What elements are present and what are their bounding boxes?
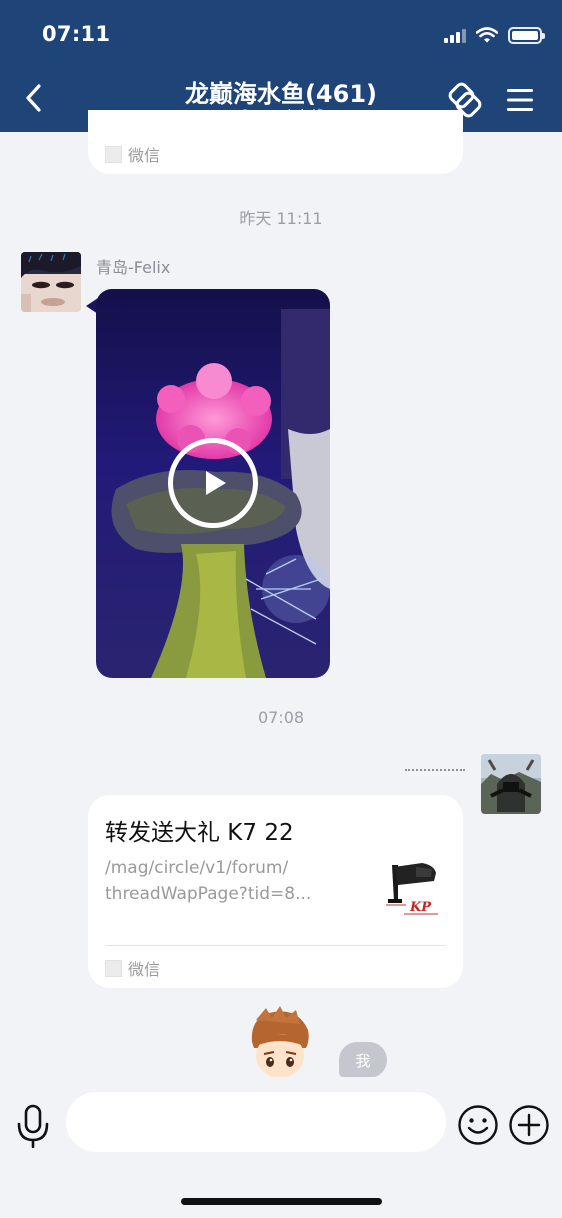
wifi-icon (476, 27, 498, 43)
smile-icon (458, 1105, 498, 1145)
input-bar (0, 1077, 562, 1218)
status-icons (444, 24, 545, 46)
link-thumbnail: KP (376, 859, 446, 929)
cartoon-avatar[interactable] (244, 1006, 316, 1078)
cartoon-boy-image (251, 1006, 309, 1078)
play-button[interactable] (168, 438, 258, 528)
home-indicator[interactable] (181, 1198, 382, 1205)
cellular-signal-icon (444, 27, 466, 43)
svg-text:KP: KP (409, 900, 432, 915)
wechat-icon (105, 145, 122, 163)
link-card-previous[interactable]: 微信 (88, 110, 463, 174)
sender-name: 青岛-Felix (96, 258, 171, 277)
card-source-label: 微信 (128, 146, 161, 165)
plus-icon (509, 1105, 549, 1145)
me-badge: 我 (339, 1042, 387, 1078)
timestamp: 昨天 11:11 (239, 209, 323, 228)
divider (105, 945, 446, 946)
avatar-felix-image (21, 252, 81, 312)
more-button[interactable] (508, 1104, 550, 1146)
wechat-icon (105, 959, 122, 977)
card-source: 微信 (105, 956, 160, 980)
message-input[interactable] (66, 1092, 446, 1152)
sender-name-placeholder (405, 769, 465, 771)
link-desc-line: /mag/circle/v1/forum/ (105, 858, 289, 878)
avatar[interactable] (481, 754, 541, 814)
battery-icon (508, 26, 545, 44)
menu-icon (507, 89, 533, 111)
link-desc-line: threadWapPage?tid=8... (105, 884, 312, 904)
link-description: /mag/circle/v1/forum/ threadWapPage?tid=… (105, 855, 330, 907)
timestamp: 07:08 (257, 708, 305, 727)
link-card-message[interactable]: 转发送大礼 K7 22 /mag/circle/v1/forum/ thread… (88, 795, 463, 988)
avatar-self-image (481, 754, 541, 814)
play-icon (206, 471, 226, 495)
menu-button[interactable] (500, 78, 540, 122)
avatar[interactable] (21, 252, 81, 312)
video-message[interactable] (96, 289, 330, 678)
card-source-label: 微信 (128, 960, 161, 979)
emoji-button[interactable] (457, 1104, 499, 1146)
voice-button[interactable] (12, 1101, 54, 1151)
link-title: 转发送大礼 K7 22 (105, 820, 294, 846)
aquarium-light-image: KP (376, 859, 446, 929)
status-time: 07:11 (42, 22, 111, 46)
card-source: 微信 (105, 142, 160, 166)
microphone-icon (17, 1104, 49, 1148)
